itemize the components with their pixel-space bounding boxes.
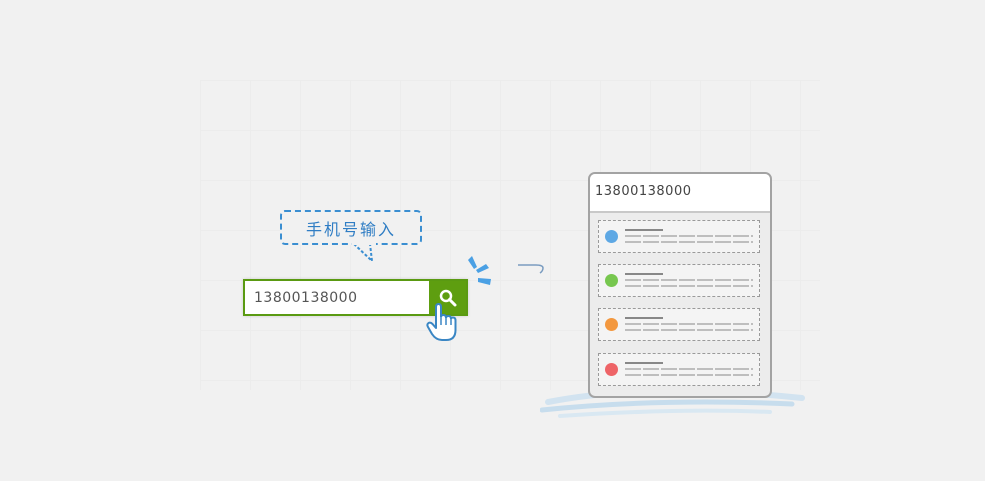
phone-input-tooltip: 手机号输入 <box>280 210 422 245</box>
text-placeholder-lines <box>625 362 753 376</box>
text-placeholder-lines <box>625 273 753 287</box>
result-item[interactable] <box>598 308 760 341</box>
result-item[interactable] <box>598 353 760 386</box>
pointer-hand-icon <box>426 303 457 341</box>
text-placeholder-lines <box>625 317 753 331</box>
phone-query-text: 13800138000 <box>595 184 692 199</box>
phone-header: 13800138000 <box>590 174 770 213</box>
result-item[interactable] <box>598 264 760 297</box>
phone-mockup: 13800138000 <box>588 172 772 398</box>
result-dot-red <box>605 363 618 376</box>
arrow-icon <box>518 264 544 274</box>
result-item[interactable] <box>598 220 760 253</box>
result-dot-orange <box>605 318 618 331</box>
text-placeholder-lines <box>625 229 753 243</box>
search-input[interactable] <box>245 281 429 314</box>
tooltip-label: 手机号输入 <box>305 219 396 239</box>
tooltip-tail <box>352 243 376 263</box>
result-dot-blue <box>605 230 618 243</box>
click-sparks-icon <box>468 256 491 285</box>
result-dot-green <box>605 274 618 287</box>
